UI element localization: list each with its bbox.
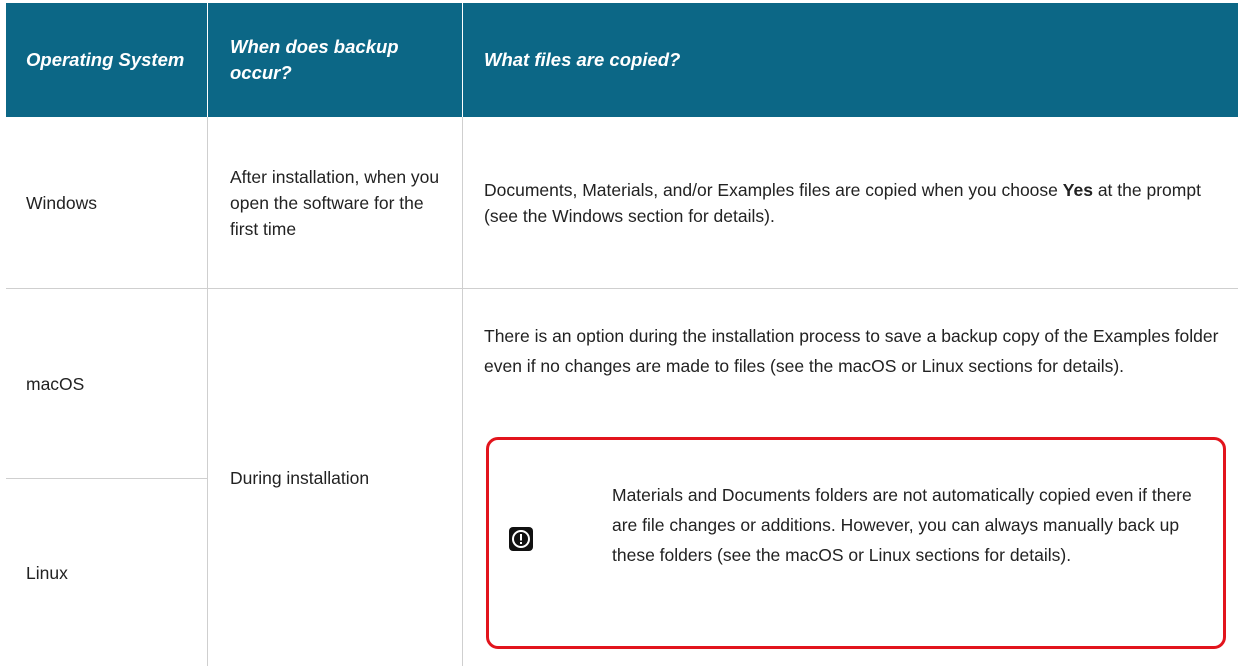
important-note: Materials and Documents folders are not … [486, 437, 1226, 649]
table-header: Operating System When does backup occur?… [6, 3, 1238, 117]
files-windows-text: Documents, Materials, and/or Examples fi… [484, 179, 1063, 200]
exclamation-icon [509, 527, 533, 551]
note-text: Materials and Documents folders are not … [612, 485, 1192, 565]
files-windows: Documents, Materials, and/or Examples fi… [484, 177, 1224, 229]
header-operating-system: Operating System [26, 49, 185, 70]
table-cell-when: After installation, when you open the so… [230, 117, 445, 288]
table-cell-os: Linux [26, 479, 196, 666]
header-divider [207, 3, 208, 117]
os-windows: Windows [26, 192, 97, 213]
table-cell-when-shared: During installation [230, 289, 445, 666]
table-cell-os: macOS [26, 289, 196, 478]
files-macos-linux: There is an option during the installati… [484, 326, 1219, 376]
os-linux: Linux [26, 562, 68, 583]
backup-table: Operating System When does backup occur?… [6, 3, 1238, 666]
when-during-installation: During installation [230, 467, 370, 488]
header-divider [462, 3, 463, 117]
header-files-copied: What files are copied? [484, 49, 681, 70]
when-windows: After installation, when you open the so… [230, 166, 440, 239]
column-divider [207, 117, 208, 666]
table-cell-os: Windows [26, 117, 196, 288]
header-when-backup: When does backup occur? [230, 36, 399, 83]
os-macos: macOS [26, 373, 85, 394]
table-cell-files: Documents, Materials, and/or Examples fi… [484, 117, 1224, 288]
column-divider [462, 117, 463, 666]
table-cell-files-shared: There is an option during the installati… [484, 321, 1224, 413]
yes-emphasis: Yes [1062, 179, 1093, 200]
